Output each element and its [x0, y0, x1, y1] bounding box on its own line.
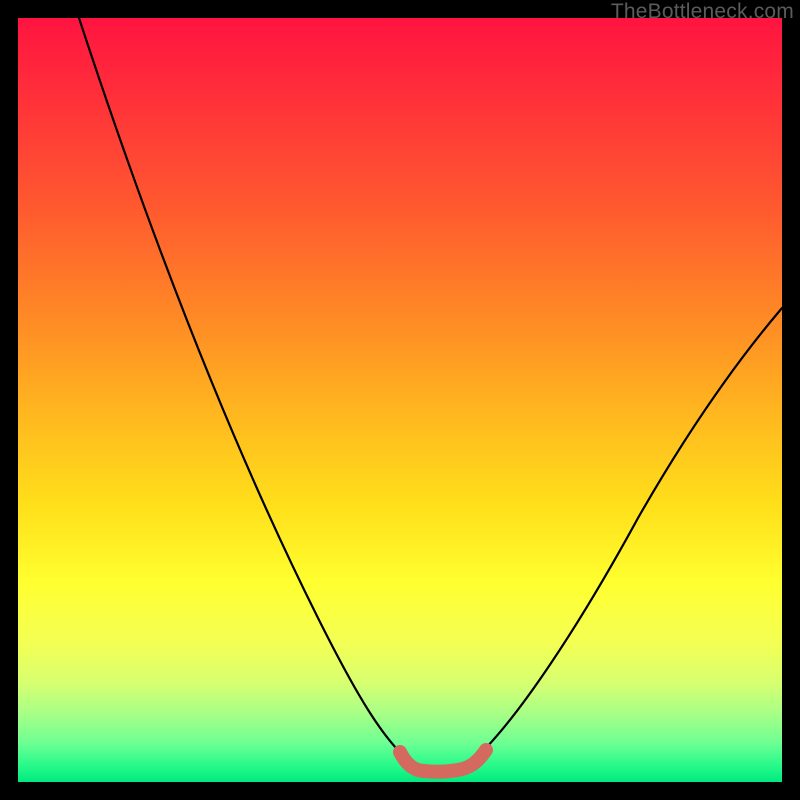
bottleneck-curve — [79, 18, 782, 770]
plot-area — [18, 18, 782, 782]
watermark-text: TheBottleneck.com — [611, 0, 794, 24]
chart-frame: TheBottleneck.com — [0, 0, 800, 800]
curve-layer — [18, 18, 782, 782]
optimal-zone-marker — [400, 750, 486, 772]
